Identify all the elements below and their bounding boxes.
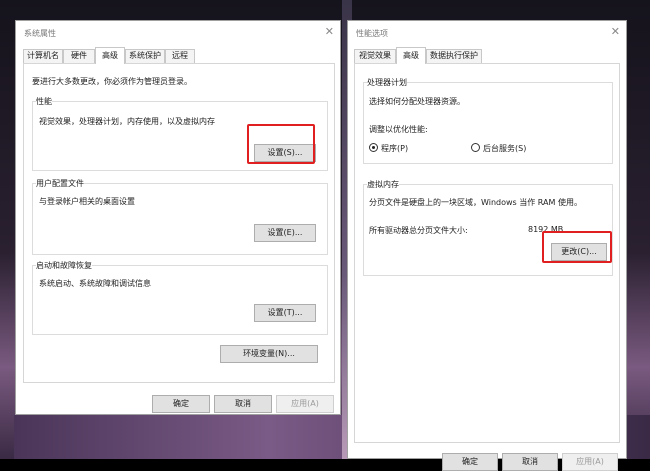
processor-scheduling-description: 选择如何分配处理器资源。 — [369, 97, 465, 106]
window-title: 系统属性 — [24, 29, 56, 38]
user-profiles-group — [32, 183, 328, 255]
adjust-for-label: 调整以优化性能: — [369, 125, 428, 134]
admin-note: 要进行大多数更改，你必须作为管理员登录。 — [32, 77, 192, 86]
virtual-memory-description: 分页文件是硬盘上的一块区域，Windows 当作 RAM 使用。 — [369, 198, 582, 207]
tab-panel: 要进行大多数更改，你必须作为管理员登录。 性能 视觉效果，处理器计划，内存使用，… — [23, 63, 335, 383]
user-profiles-description: 与登录帐户相关的桌面设置 — [39, 197, 135, 206]
close-icon[interactable]: ✕ — [611, 25, 620, 38]
tab-visual-effects[interactable]: 视觉效果 — [354, 49, 396, 63]
tab-advanced[interactable]: 高级 — [95, 47, 125, 64]
apply-button[interactable]: 应用(A) — [562, 453, 618, 471]
tab-system-protection[interactable]: 系统保护 — [125, 49, 165, 63]
user-profiles-settings-button[interactable]: 设置(E)... — [254, 224, 316, 242]
background-services-radio[interactable] — [471, 143, 480, 152]
startup-recovery-group — [32, 265, 328, 335]
paging-file-total-label: 所有驱动器总分页文件大小: — [369, 226, 468, 235]
startup-recovery-description: 系统启动、系统故障和调试信息 — [39, 279, 151, 288]
cancel-button[interactable]: 取消 — [502, 453, 558, 471]
tab-remote[interactable]: 远程 — [165, 49, 195, 63]
performance-description: 视觉效果，处理器计划，内存使用，以及虚拟内存 — [39, 117, 215, 126]
environment-variables-button[interactable]: 环境变量(N)... — [220, 345, 318, 363]
ok-button[interactable]: 确定 — [152, 395, 210, 413]
apply-button[interactable]: 应用(A) — [276, 395, 334, 413]
title-bar: 系统属性 ✕ — [16, 21, 340, 45]
title-bar: 性能选项 ✕ — [348, 21, 626, 45]
tab-data-execution-prevention[interactable]: 数据执行保护 — [426, 49, 482, 63]
tab-computer-name[interactable]: 计算机名 — [23, 49, 63, 63]
close-icon[interactable]: ✕ — [325, 25, 334, 38]
processor-scheduling-label: 处理器计划 — [367, 77, 407, 88]
user-profiles-label: 用户配置文件 — [36, 178, 84, 189]
performance-label: 性能 — [36, 96, 52, 107]
programs-label[interactable]: 程序(P) — [381, 143, 408, 154]
performance-settings-highlight — [247, 124, 315, 164]
change-button-highlight — [542, 231, 612, 263]
system-properties-window: 系统属性 ✕ 计算机名 硬件 高级 系统保护 远程 要进行大多数更改，你必须作为… — [15, 20, 341, 415]
startup-recovery-settings-button[interactable]: 设置(T)... — [254, 304, 316, 322]
virtual-memory-label: 虚拟内存 — [367, 179, 399, 190]
tab-hardware[interactable]: 硬件 — [63, 49, 95, 63]
programs-radio[interactable] — [369, 143, 378, 152]
cancel-button[interactable]: 取消 — [214, 395, 272, 413]
ok-button[interactable]: 确定 — [442, 453, 498, 471]
tab-advanced[interactable]: 高级 — [396, 47, 426, 64]
window-title: 性能选项 — [356, 29, 388, 38]
startup-recovery-label: 启动和故障恢复 — [36, 260, 92, 271]
background-services-label[interactable]: 后台服务(S) — [483, 143, 526, 154]
